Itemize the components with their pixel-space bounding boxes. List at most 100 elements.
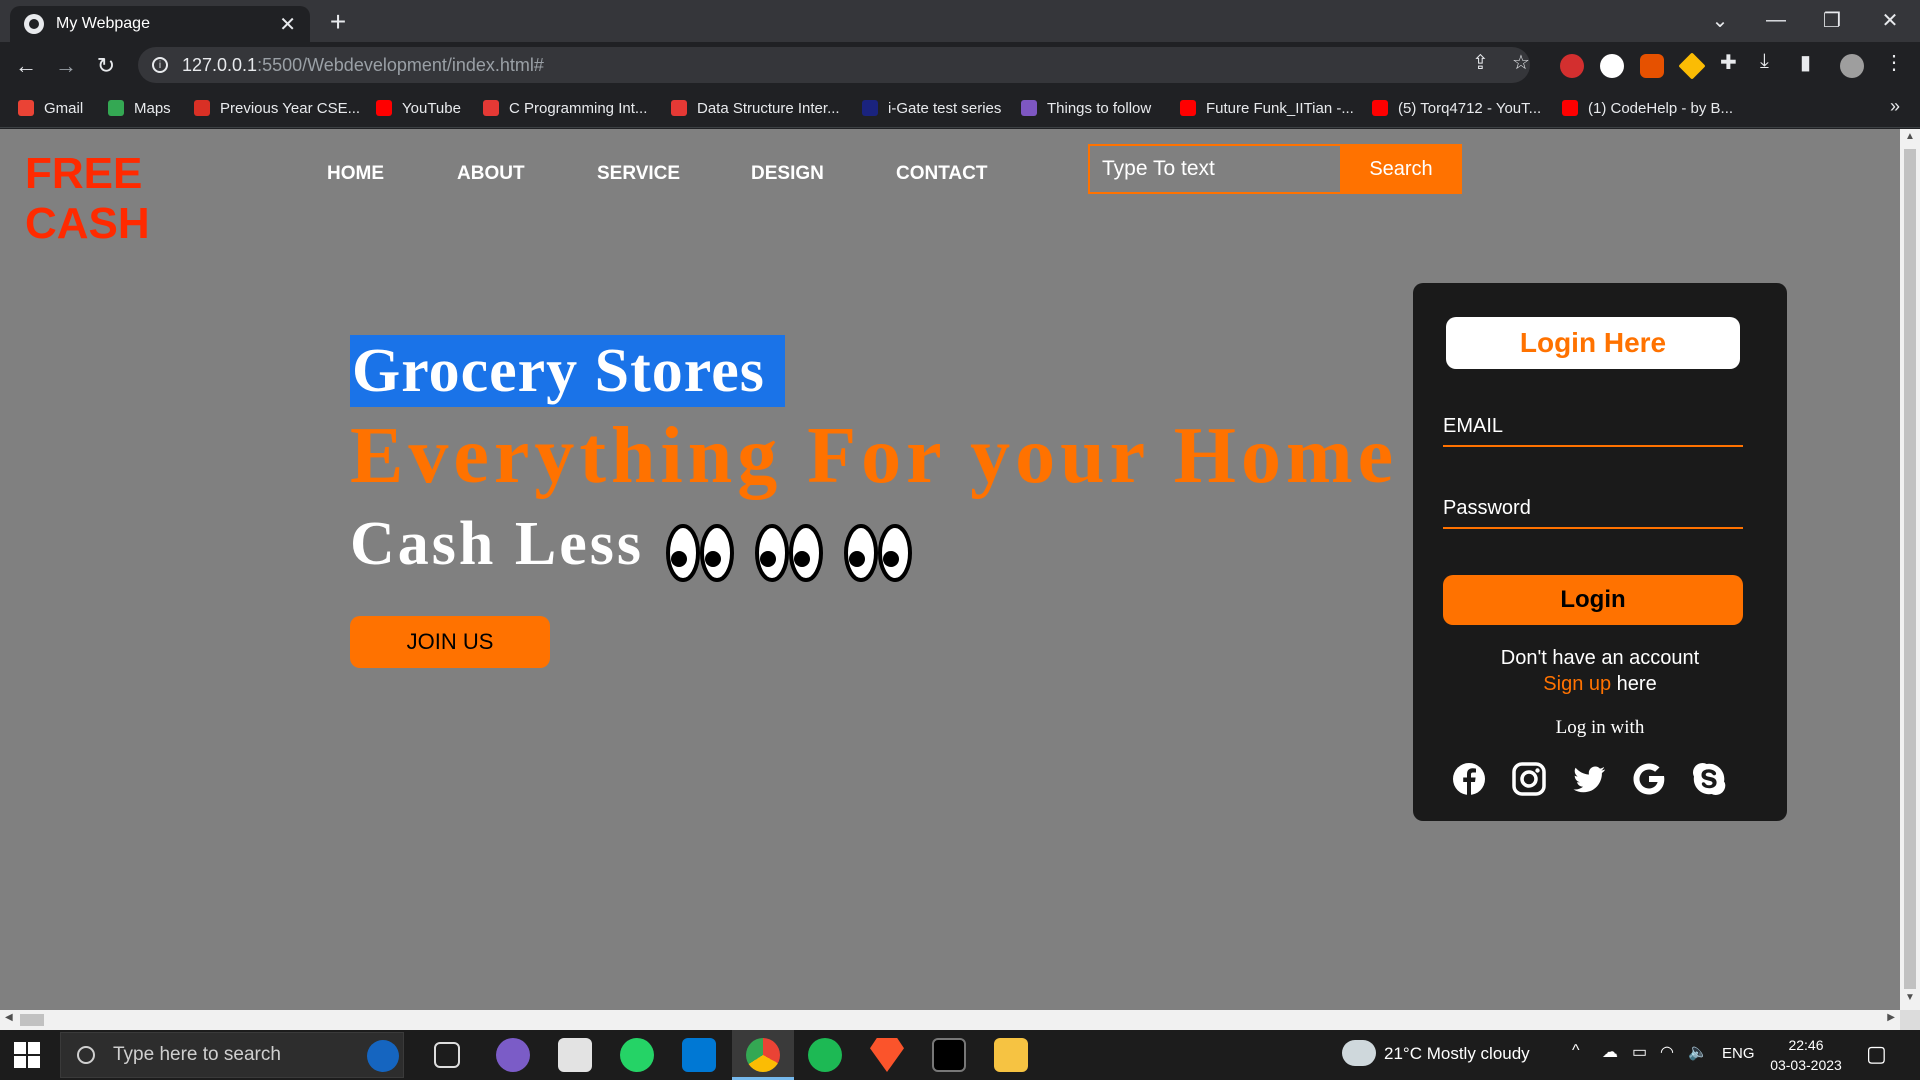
search-button[interactable]: Search bbox=[1340, 144, 1462, 194]
login-button[interactable]: Login bbox=[1443, 575, 1743, 625]
bookmark-item[interactable]: i-Gate test series bbox=[862, 96, 1001, 120]
profile-avatar-icon[interactable] bbox=[1840, 54, 1864, 78]
brave-icon[interactable] bbox=[870, 1038, 904, 1072]
globe-icon bbox=[24, 14, 44, 34]
site-info-icon[interactable]: i bbox=[152, 57, 168, 73]
windows-start-icon[interactable] bbox=[14, 1042, 40, 1068]
email-field[interactable]: EMAIL bbox=[1443, 407, 1743, 447]
download-icon[interactable]: ⤓ bbox=[1760, 50, 1769, 73]
facebook-icon[interactable] bbox=[1451, 761, 1487, 797]
extensions-puzzle-icon[interactable]: ✚ bbox=[1720, 50, 1737, 75]
hero-heading-cashless: Cash Less bbox=[350, 510, 645, 578]
nav-home[interactable]: HOME bbox=[327, 163, 384, 185]
extension-colorful-icon[interactable] bbox=[1600, 54, 1624, 78]
weather-text[interactable]: 21°C Mostly cloudy bbox=[1384, 1044, 1530, 1064]
browser-toolbar: ← → ↻ i 127.0.0.1:5500/Webdevelopment/in… bbox=[0, 42, 1920, 88]
search-placeholder: Type To text bbox=[1102, 157, 1215, 180]
address-bar[interactable]: i 127.0.0.1:5500/Webdevelopment/index.ht… bbox=[138, 47, 1530, 83]
spotify-icon[interactable] bbox=[808, 1038, 842, 1072]
back-button[interactable]: ← bbox=[10, 50, 42, 82]
scrollbar-thumb[interactable] bbox=[20, 1014, 44, 1026]
terminal-icon[interactable] bbox=[932, 1038, 966, 1072]
nav-service[interactable]: SERVICE bbox=[597, 163, 680, 185]
scroll-up-icon[interactable]: ▲ bbox=[1900, 131, 1920, 149]
bookmark-star-icon[interactable]: ☆ bbox=[1512, 50, 1530, 75]
bookmark-label: Data Structure Inter... bbox=[697, 99, 840, 117]
bookmark-item[interactable]: Future Funk_IITian -... bbox=[1180, 96, 1354, 120]
tab-my-webpage[interactable]: My Webpage ✕ bbox=[10, 6, 310, 42]
scroll-down-icon[interactable]: ▼ bbox=[1900, 992, 1920, 1010]
menu-kebab-icon[interactable]: ⋮ bbox=[1884, 50, 1904, 75]
microsoft-store-icon[interactable] bbox=[558, 1038, 592, 1072]
show-hidden-icons-icon[interactable]: ^ bbox=[1572, 1042, 1580, 1060]
vscode-icon[interactable] bbox=[682, 1038, 716, 1072]
window-close-button[interactable]: ✕ bbox=[1862, 0, 1918, 40]
notifications-icon[interactable]: ▢ bbox=[1866, 1041, 1887, 1067]
bookmark-item[interactable]: Things to follow bbox=[1021, 96, 1151, 120]
tab-close-icon[interactable]: ✕ bbox=[279, 12, 296, 37]
youtube-icon bbox=[1180, 100, 1196, 116]
bookmarks-overflow-icon[interactable]: » bbox=[1890, 96, 1900, 117]
bookmark-label: YouTube bbox=[402, 99, 461, 117]
extension-adblock-icon[interactable] bbox=[1560, 54, 1584, 78]
side-panel-icon[interactable]: ▮ bbox=[1800, 50, 1811, 75]
tab-search-icon[interactable]: ⌄ bbox=[1692, 0, 1748, 40]
taskbar-search-placeholder: Type here to search bbox=[113, 1044, 281, 1065]
clock[interactable]: 22:46 03-03-2023 bbox=[1766, 1035, 1846, 1075]
nav-contact[interactable]: CONTACT bbox=[896, 163, 987, 185]
horizontal-scrollbar[interactable]: ◀ ▶ bbox=[0, 1010, 1900, 1030]
onedrive-cloud-icon[interactable]: ☁ bbox=[1602, 1042, 1618, 1062]
scrollbar-thumb[interactable] bbox=[1904, 149, 1916, 989]
clock-date: 03-03-2023 bbox=[1770, 1057, 1842, 1073]
eyes-emoji-icon bbox=[755, 524, 823, 582]
task-view-icon[interactable] bbox=[434, 1042, 460, 1068]
bookmark-item[interactable]: Gmail bbox=[18, 96, 83, 120]
bookmark-item[interactable]: C Programming Int... bbox=[483, 96, 647, 120]
search-icon bbox=[77, 1046, 95, 1064]
twitter-icon[interactable] bbox=[1571, 761, 1607, 797]
volume-icon[interactable]: 🔈 bbox=[1688, 1042, 1708, 1062]
restore-button[interactable]: ❐ bbox=[1804, 0, 1860, 40]
vertical-scrollbar[interactable]: ▲ ▼ bbox=[1900, 129, 1920, 1010]
password-placeholder: Password bbox=[1443, 496, 1531, 519]
bookmark-item[interactable]: Previous Year CSE... bbox=[194, 96, 360, 120]
minimize-button[interactable]: — bbox=[1748, 0, 1804, 40]
taskbar-search-input[interactable]: Type here to search bbox=[60, 1032, 404, 1078]
nav-design[interactable]: DESIGN bbox=[751, 163, 824, 185]
bookmark-label: Previous Year CSE... bbox=[220, 99, 361, 117]
windows-taskbar: Type here to search 21°C Mostly cloudy ^… bbox=[0, 1030, 1920, 1080]
reload-button[interactable]: ↻ bbox=[90, 50, 122, 82]
battery-icon[interactable]: ▭ bbox=[1632, 1042, 1647, 1062]
signup-link[interactable]: Sign up bbox=[1543, 673, 1611, 695]
bing-icon[interactable] bbox=[367, 1040, 399, 1072]
join-us-button[interactable]: JOIN US bbox=[350, 616, 550, 668]
youtube-icon bbox=[376, 100, 392, 116]
password-field[interactable]: Password bbox=[1443, 489, 1743, 529]
extension-lh-icon[interactable] bbox=[1640, 54, 1664, 78]
wifi-icon[interactable]: ◠ bbox=[1660, 1042, 1674, 1062]
no-account-text: Don't have an account bbox=[1500, 647, 1700, 669]
new-tab-button[interactable]: + bbox=[322, 6, 354, 38]
share-icon[interactable]: ⇪ bbox=[1472, 50, 1489, 75]
site-logo[interactable]: FREE CASH bbox=[25, 149, 185, 249]
weather-cloud-icon[interactable] bbox=[1342, 1040, 1376, 1066]
media-player-icon[interactable] bbox=[496, 1038, 530, 1072]
bookmark-item[interactable]: Data Structure Inter... bbox=[671, 96, 840, 120]
whatsapp-icon[interactable] bbox=[620, 1038, 654, 1072]
scroll-left-icon[interactable]: ◀ bbox=[5, 1012, 13, 1023]
nav-about[interactable]: ABOUT bbox=[457, 163, 525, 185]
file-explorer-icon[interactable] bbox=[994, 1038, 1028, 1072]
scroll-right-icon[interactable]: ▶ bbox=[1887, 1012, 1895, 1023]
forward-button[interactable]: → bbox=[50, 50, 82, 82]
instagram-icon[interactable] bbox=[1511, 761, 1547, 797]
language-indicator[interactable]: ENG bbox=[1722, 1045, 1755, 1062]
google-icon[interactable] bbox=[1631, 761, 1667, 797]
skype-icon[interactable] bbox=[1691, 761, 1727, 797]
bookmark-item[interactable]: (1) CodeHelp - by B... bbox=[1562, 96, 1733, 120]
bookmark-item[interactable]: Maps bbox=[108, 96, 171, 120]
chrome-icon[interactable] bbox=[746, 1038, 780, 1072]
bookmark-item[interactable]: YouTube bbox=[376, 96, 461, 120]
search-input[interactable]: Type To text bbox=[1088, 144, 1340, 194]
extension-drive-icon[interactable] bbox=[1678, 52, 1706, 80]
bookmark-item[interactable]: (5) Torq4712 - YouT... bbox=[1372, 96, 1541, 120]
